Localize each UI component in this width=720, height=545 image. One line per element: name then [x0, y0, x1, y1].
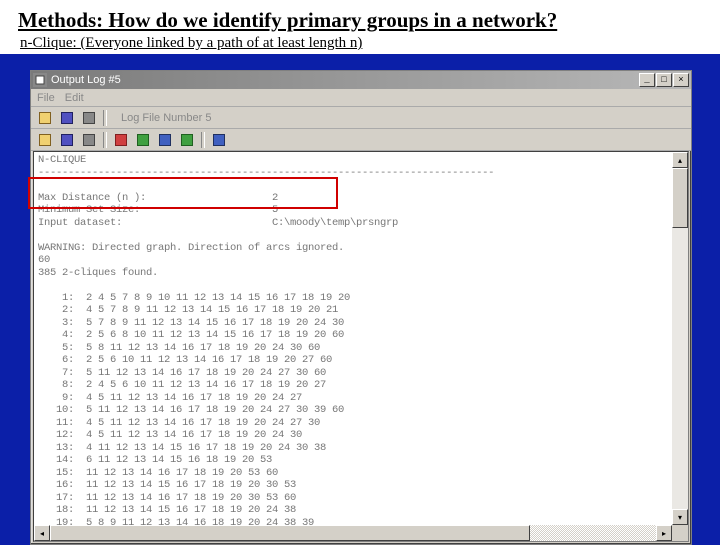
- close-button[interactable]: ×: [673, 73, 689, 87]
- open-icon[interactable]: [35, 109, 55, 127]
- window-titlebar[interactable]: Output Log #5 _ □ ×: [31, 71, 691, 89]
- print-icon[interactable]: [79, 109, 99, 127]
- tool-icon-6[interactable]: [155, 131, 175, 149]
- save-icon[interactable]: [57, 109, 77, 127]
- tool-icon-2[interactable]: [57, 131, 77, 149]
- menubar: File Edit: [31, 89, 691, 107]
- toolbar-row-2: [31, 129, 691, 151]
- menu-file[interactable]: File: [37, 92, 55, 104]
- output-text-area[interactable]: N-CLIQUE -------------------------------…: [33, 151, 689, 542]
- toolbar-separator: [201, 132, 205, 148]
- scroll-up-button[interactable]: ▴: [672, 152, 688, 168]
- output-text: N-CLIQUE -------------------------------…: [34, 152, 688, 542]
- menu-edit[interactable]: Edit: [65, 92, 84, 104]
- slide-subtitle: n-Clique: (Everyone linked by a path of …: [18, 35, 702, 52]
- scroll-left-button[interactable]: ◂: [34, 525, 50, 541]
- tool-icon-1[interactable]: [35, 131, 55, 149]
- scroll-thumb[interactable]: [672, 168, 688, 228]
- slide-title: Methods: How do we identify primary grou…: [18, 8, 702, 33]
- toolbar-row-1: Log File Number 5: [31, 107, 691, 129]
- tool-icon-3[interactable]: [79, 131, 99, 149]
- minimize-button[interactable]: _: [639, 73, 655, 87]
- app-icon: [33, 73, 47, 87]
- tool-icon-4[interactable]: [111, 131, 131, 149]
- tool-icon-5[interactable]: [133, 131, 153, 149]
- scroll-right-button[interactable]: ▸: [656, 525, 672, 541]
- scroll-down-button[interactable]: ▾: [672, 509, 688, 525]
- scroll-corner: [672, 525, 688, 541]
- scroll-track[interactable]: [672, 228, 688, 509]
- scroll-thumb[interactable]: [50, 525, 530, 541]
- tool-icon-7[interactable]: [177, 131, 197, 149]
- window-title: Output Log #5: [51, 74, 639, 86]
- scroll-track[interactable]: [530, 525, 656, 541]
- output-log-window: Output Log #5 _ □ × File Edit Log File N…: [30, 70, 692, 545]
- vertical-scrollbar[interactable]: ▴ ▾: [672, 152, 688, 525]
- horizontal-scrollbar[interactable]: ◂ ▸: [34, 525, 672, 541]
- toolbar-label: Log File Number 5: [111, 112, 216, 124]
- maximize-button[interactable]: □: [656, 73, 672, 87]
- toolbar-separator: [103, 110, 107, 126]
- slide-header: Methods: How do we identify primary grou…: [0, 0, 720, 54]
- toolbar-separator: [103, 132, 107, 148]
- tool-icon-8[interactable]: [209, 131, 229, 149]
